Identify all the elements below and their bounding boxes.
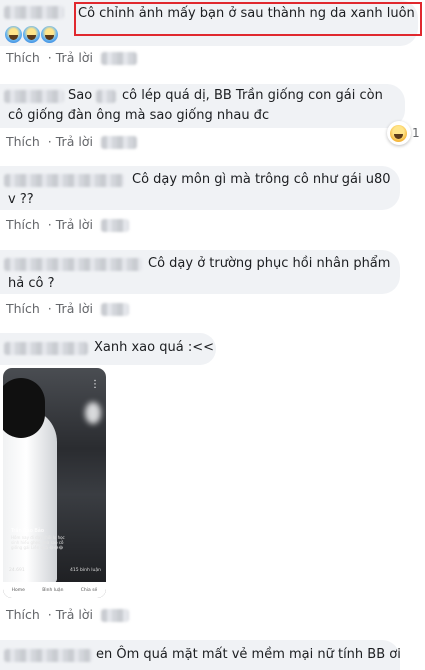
comment-actions: Thích · Trả lời bbox=[6, 301, 133, 316]
reply-link[interactable]: Trả lời bbox=[56, 217, 93, 232]
commenter-name-blurred bbox=[4, 649, 92, 662]
like-link[interactable]: Thích bbox=[6, 50, 40, 65]
video-stats: 24.691 415 bình luận bbox=[9, 568, 101, 573]
comment-text: Cô dạy môn gì mà trông cô như gái u80 v … bbox=[8, 172, 391, 207]
tab-share[interactable]: Chia sẻ bbox=[81, 588, 98, 593]
comment-bubble: Xanh xao quá :<< bbox=[0, 333, 216, 365]
comment-text: en Ôm quá mặt mất vẻ mềm mại nữ tính BB … bbox=[96, 647, 401, 662]
timestamp-blurred bbox=[100, 52, 137, 65]
commenter-name-blurred bbox=[4, 6, 64, 19]
video-likes: 24.691 bbox=[9, 568, 25, 573]
timestamp-blurred bbox=[100, 136, 137, 149]
video-caption: Hôm nay đi dạy thôi lo học sinh hiểu ghẹ… bbox=[11, 535, 65, 550]
more-options-icon[interactable]: ⋮ bbox=[90, 380, 100, 390]
comment-actions: Thích · Trả lời bbox=[6, 134, 141, 149]
emoji-row bbox=[5, 25, 59, 45]
reply-link[interactable]: Trả lời bbox=[56, 50, 93, 65]
comment-text: cô lép quá dị, BB Trần giống con gái còn… bbox=[8, 88, 383, 123]
video-light bbox=[85, 402, 101, 424]
cold-face-emoji-icon bbox=[23, 26, 40, 43]
comment-actions: Thích · Trả lời bbox=[6, 607, 133, 622]
reply-link[interactable]: Trả lời bbox=[56, 301, 93, 316]
timestamp-blurred bbox=[100, 609, 129, 622]
comment-bubble: Sao cô lép quá dị, BB Trần giống con gái… bbox=[0, 84, 405, 128]
video-author: Trần Bảo Bảo bbox=[11, 528, 44, 534]
comment-actions: Thích · Trả lời bbox=[6, 50, 141, 65]
timestamp-blurred bbox=[100, 219, 129, 232]
video-hair bbox=[3, 378, 45, 438]
like-link[interactable]: Thích bbox=[6, 301, 40, 316]
tab-comment[interactable]: Bình luận bbox=[42, 588, 63, 593]
comment-text: Xanh xao quá :<< bbox=[94, 340, 214, 355]
reply-link[interactable]: Trả lời bbox=[56, 607, 93, 622]
like-link[interactable]: Thích bbox=[6, 607, 40, 622]
comment-bubble: Cô dạy ở trường phục hồi nhân phẩm hả cô… bbox=[0, 250, 400, 294]
reaction-count: 1 bbox=[412, 126, 420, 140]
haha-reaction-icon[interactable] bbox=[387, 121, 411, 145]
cold-face-emoji-icon bbox=[5, 26, 22, 43]
timestamp-blurred bbox=[100, 303, 129, 316]
comment-actions: Thích · Trả lời bbox=[6, 217, 133, 232]
video-comments: 415 bình luận bbox=[70, 568, 101, 573]
comment-text: Cô dạy ở trường phục hồi nhân phẩm hả cô… bbox=[8, 256, 391, 291]
video-attachment[interactable]: ⋮ Trần Bảo Bảo Hôm nay đi dạy thôi lo họ… bbox=[3, 368, 106, 598]
comment-bubble: en Ôm quá mặt mất vẻ mềm mại nữ tính BB … bbox=[0, 640, 401, 670]
cold-face-emoji-icon bbox=[41, 26, 58, 43]
highlight-box bbox=[74, 2, 422, 36]
like-link[interactable]: Thích bbox=[6, 134, 40, 149]
tab-home[interactable]: Home bbox=[12, 588, 25, 593]
comment-bubble: Cô dạy môn gì mà trông cô như gái u80 v … bbox=[0, 166, 400, 210]
commenter-name-blurred bbox=[4, 342, 88, 355]
video-bottom-bar: Home Bình luận Chia sẻ bbox=[3, 582, 106, 598]
reply-link[interactable]: Trả lời bbox=[56, 134, 93, 149]
like-link[interactable]: Thích bbox=[6, 217, 40, 232]
